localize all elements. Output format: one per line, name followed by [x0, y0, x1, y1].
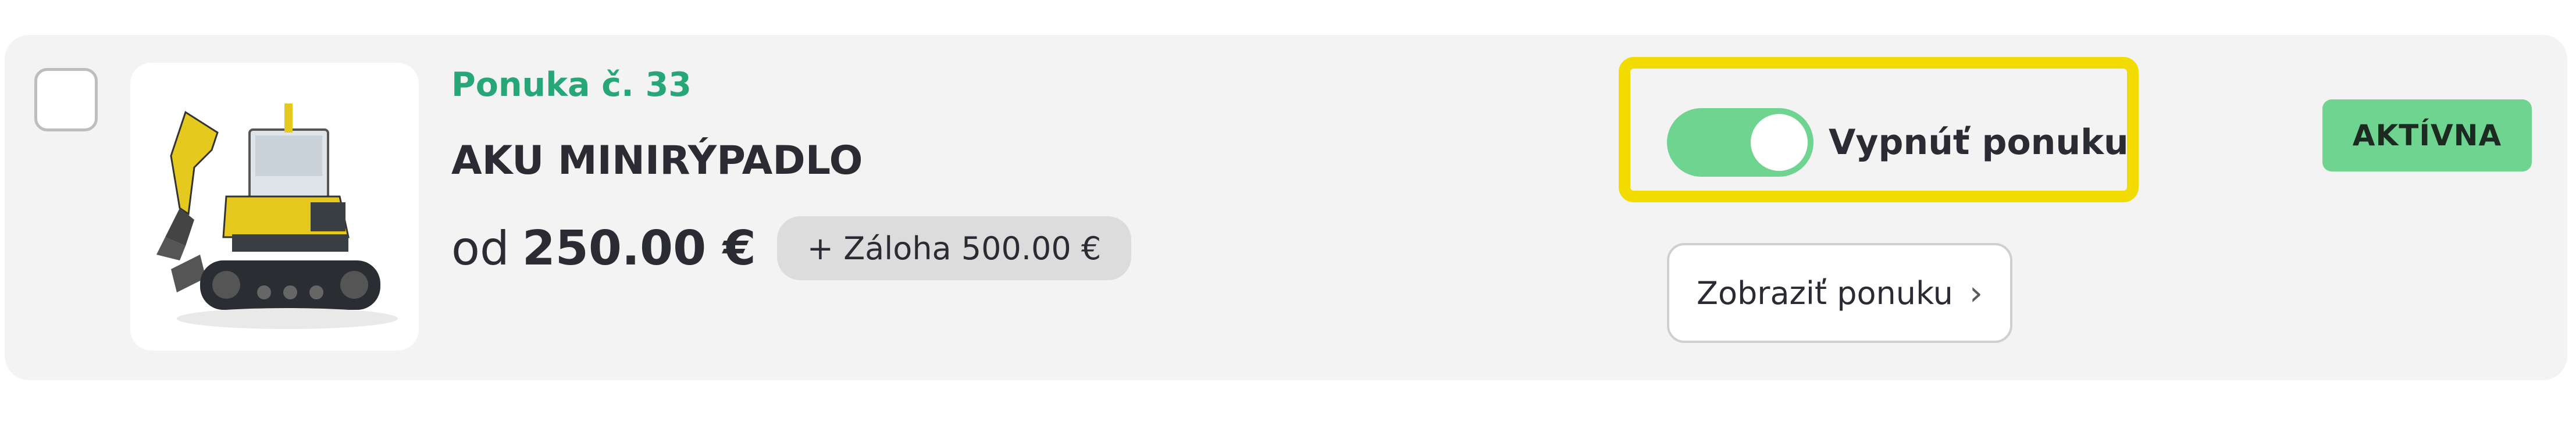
- toggle-label: Vypnúť ponuku: [1829, 122, 2129, 163]
- toggle-switch[interactable]: [1667, 108, 1813, 177]
- product-image: [130, 63, 419, 351]
- view-offer-label: Zobraziť ponuku: [1696, 274, 1953, 312]
- offer-card: Ponuka č. 33 AKU MINIRÝPADLO od 250.00 €…: [5, 35, 2567, 380]
- deactivate-offer-toggle[interactable]: Vypnúť ponuku: [1667, 108, 2129, 177]
- select-checkbox[interactable]: [34, 68, 98, 131]
- toggle-knob: [1751, 114, 1808, 171]
- chevron-right-icon: ›: [1969, 273, 1983, 313]
- status-badge: AKTÍVNA: [2322, 99, 2532, 171]
- view-offer-button[interactable]: Zobraziť ponuku ›: [1667, 243, 2012, 343]
- price-prefix: od: [451, 221, 510, 276]
- price-row: od 250.00 € + Záloha 500.00 €: [451, 216, 1132, 280]
- deposit-badge: + Záloha 500.00 €: [776, 216, 1132, 280]
- offer-number: Ponuka č. 33: [451, 66, 692, 104]
- price-value: 250.00 €: [522, 220, 756, 276]
- excavator-image: [156, 103, 398, 329]
- offer-title: AKU MINIRÝPADLO: [451, 138, 863, 184]
